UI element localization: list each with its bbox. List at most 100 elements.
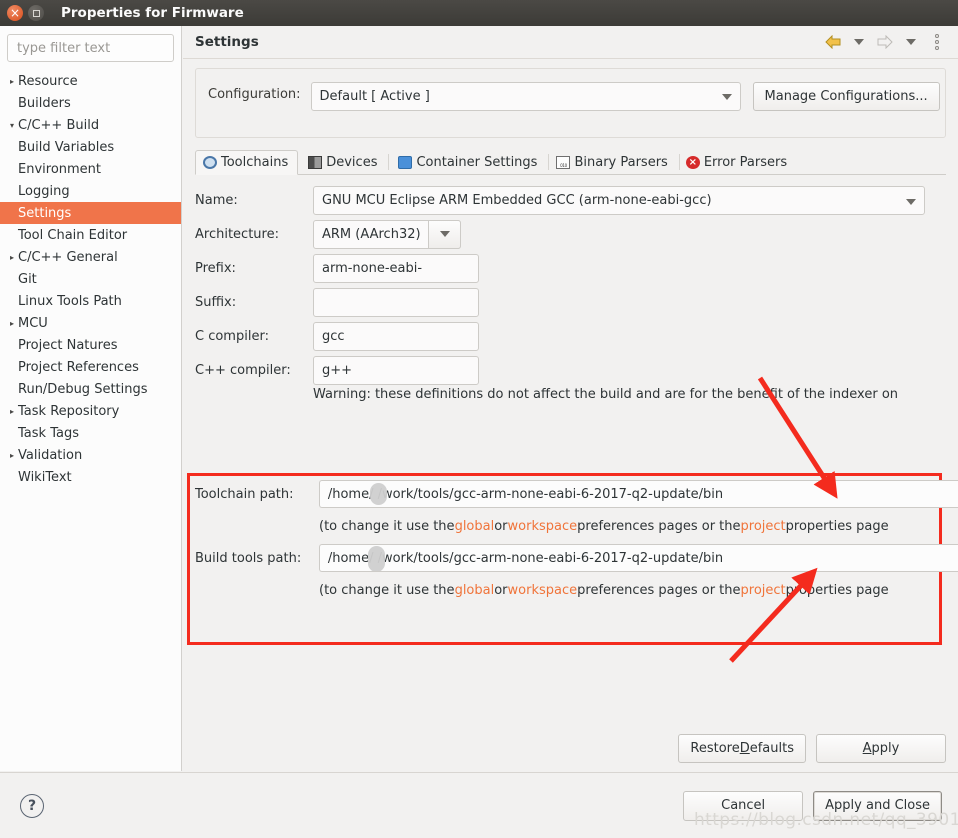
sidebar-item-c-c-general[interactable]: C/C++ General <box>0 246 181 268</box>
tab-label: Devices <box>326 154 378 170</box>
hint-prefix-text: (to change it use the <box>319 518 455 534</box>
sidebar-item-validation[interactable]: Validation <box>0 444 181 466</box>
cpp-compiler-input[interactable]: g++ <box>313 355 479 385</box>
workspace-preferences-link[interactable]: workspace <box>508 519 578 534</box>
window-close-button[interactable] <box>7 5 23 21</box>
project-properties-link[interactable]: project <box>741 583 786 598</box>
sidebar-item-builders[interactable]: Builders <box>0 92 181 114</box>
build-tools-path-row: Build tools path: /home/ /work/tools/gcc… <box>195 540 958 576</box>
prefix-input[interactable]: arm-none-eabi- <box>313 253 479 283</box>
close-icon <box>10 7 20 20</box>
chevron-right-icon[interactable] <box>6 451 18 460</box>
forward-arrow-icon[interactable] <box>874 32 896 52</box>
view-menu-icon[interactable] <box>926 32 948 52</box>
suffix-label: Suffix: <box>195 294 237 310</box>
redaction-blur <box>369 483 387 505</box>
tab-label: Container Settings <box>416 154 538 170</box>
suffix-row: Suffix: <box>195 285 946 319</box>
sidebar-item-mcu[interactable]: MCU <box>0 312 181 334</box>
toolchain-path-value: /home/ /work/tools/gcc-arm-none-eabi-6-2… <box>327 486 724 502</box>
toolchain-name-dropdown[interactable]: GNU MCU Eclipse ARM Embedded GCC (arm-no… <box>313 185 925 215</box>
devices-icon <box>308 155 323 169</box>
chevron-down-icon[interactable] <box>6 121 18 130</box>
c-compiler-row: C compiler: gcc <box>195 319 946 353</box>
tab-binary-parsers[interactable]: Binary Parsers <box>547 149 677 174</box>
tab-devices[interactable]: Devices <box>298 149 387 174</box>
architecture-label: Architecture: <box>195 226 279 242</box>
sidebar-item-run-debug-settings[interactable]: Run/Debug Settings <box>0 378 181 400</box>
window-title: Properties for Firmware <box>61 5 244 21</box>
sidebar-item-project-references[interactable]: Project References <box>0 356 181 378</box>
chevron-right-icon[interactable] <box>6 77 18 86</box>
sidebar-item-label: MCU <box>18 315 48 331</box>
project-properties-link[interactable]: project <box>741 519 786 534</box>
settings-tree: Resource Builders C/C++ Build Build Variabl… <box>0 68 181 488</box>
back-arrow-icon[interactable] <box>822 32 844 52</box>
sidebar-item-label: Git <box>18 271 37 287</box>
sidebar-item-label: Build Variables <box>18 139 115 155</box>
sidebar-item-label: C/C++ General <box>18 249 118 265</box>
hint-or-text: or <box>494 518 508 534</box>
filter-placeholder-text: type filter text <box>17 40 111 56</box>
sidebar-item-build-variables[interactable]: Build Variables <box>0 136 181 158</box>
architecture-dropdown-button[interactable] <box>428 219 461 249</box>
page-title: Settings <box>195 34 259 50</box>
sidebar-item-git[interactable]: Git <box>0 268 181 290</box>
chevron-right-icon[interactable] <box>6 253 18 262</box>
sidebar-item-task-repository[interactable]: Task Repository <box>0 400 181 422</box>
chevron-right-icon[interactable] <box>6 319 18 328</box>
sidebar-item-wikitext[interactable]: WikiText <box>0 466 181 488</box>
sidebar-item-logging[interactable]: Logging <box>0 180 181 202</box>
sidebar-item-tool-chain-editor[interactable]: Tool Chain Editor <box>0 224 181 246</box>
workspace-preferences-link[interactable]: workspace <box>508 583 578 598</box>
sidebar-item-resource[interactable]: Resource <box>0 70 181 92</box>
error-parsers-icon <box>685 155 700 169</box>
sidebar-item-environment[interactable]: Environment <box>0 158 181 180</box>
sidebar-item-settings[interactable]: Settings <box>0 202 181 224</box>
restore-defaults-button[interactable]: Restore Defaults <box>678 734 806 763</box>
hint-suffix-text: properties page <box>785 582 889 598</box>
tab-container-settings[interactable]: Container Settings <box>387 149 547 174</box>
sidebar-item-c-c-build[interactable]: C/C++ Build <box>0 114 181 136</box>
redaction-blur <box>367 546 385 571</box>
prefix-value: arm-none-eabi- <box>322 260 423 276</box>
sidebar-item-label: Tool Chain Editor <box>18 227 128 243</box>
chevron-down-icon <box>721 93 732 100</box>
chevron-right-icon[interactable] <box>6 407 18 416</box>
configuration-dropdown[interactable]: Default [ Active ] <box>310 82 741 111</box>
hint-middle-text: preferences pages or the <box>577 582 741 598</box>
manage-configurations-button[interactable]: Manage Configurations... <box>752 82 940 111</box>
configuration-value: Default [ Active ] <box>319 89 430 104</box>
pane-header: Settings <box>183 26 958 59</box>
toolchain-path-row: Toolchain path: /home/ /work/tools/gcc-a… <box>195 476 958 512</box>
sidebar-item-label: Run/Debug Settings <box>18 381 148 397</box>
sidebar-item-label: Builders <box>18 95 71 111</box>
global-preferences-link[interactable]: global <box>455 519 495 534</box>
apply-button[interactable]: Apply <box>816 734 946 763</box>
forward-dropdown-icon[interactable] <box>900 32 922 52</box>
window-maximize-button[interactable] <box>28 5 44 21</box>
back-dropdown-icon[interactable] <box>848 32 870 52</box>
toolchain-name-value: GNU MCU Eclipse ARM Embedded GCC (arm-no… <box>322 192 712 208</box>
c-compiler-input[interactable]: gcc <box>313 321 479 351</box>
chevron-down-icon <box>439 231 450 237</box>
global-preferences-link[interactable]: global <box>455 583 495 598</box>
sidebar-item-task-tags[interactable]: Task Tags <box>0 422 181 444</box>
sidebar-item-project-natures[interactable]: Project Natures <box>0 334 181 356</box>
cpp-compiler-label: C++ compiler: <box>195 362 291 378</box>
build-tools-path-input[interactable]: /home/ /work/tools/gcc-arm-none-eabi-6-2… <box>318 544 958 572</box>
suffix-input[interactable] <box>313 287 479 317</box>
architecture-value: ARM (AArch32) <box>322 226 421 242</box>
sidebar-item-label: Settings <box>18 205 72 221</box>
tab-label: Binary Parsers <box>574 154 668 170</box>
architecture-dropdown[interactable]: ARM (AArch32) <box>313 219 461 249</box>
filter-input[interactable]: type filter text <box>7 34 174 62</box>
toolchain-path-input[interactable]: /home/ /work/tools/gcc-arm-none-eabi-6-2… <box>318 480 958 508</box>
hint-prefix-text: (to change it use the <box>319 582 455 598</box>
sidebar-item-linux-tools-path[interactable]: Linux Tools Path <box>0 290 181 312</box>
tab-toolchains[interactable]: Toolchains <box>195 150 299 175</box>
help-icon[interactable]: ? <box>20 793 44 818</box>
tab-label: Error Parsers <box>703 154 788 170</box>
tab-error-parsers[interactable]: Error Parsers <box>678 149 797 174</box>
prefix-row: Prefix: arm-none-eabi- <box>195 251 946 285</box>
